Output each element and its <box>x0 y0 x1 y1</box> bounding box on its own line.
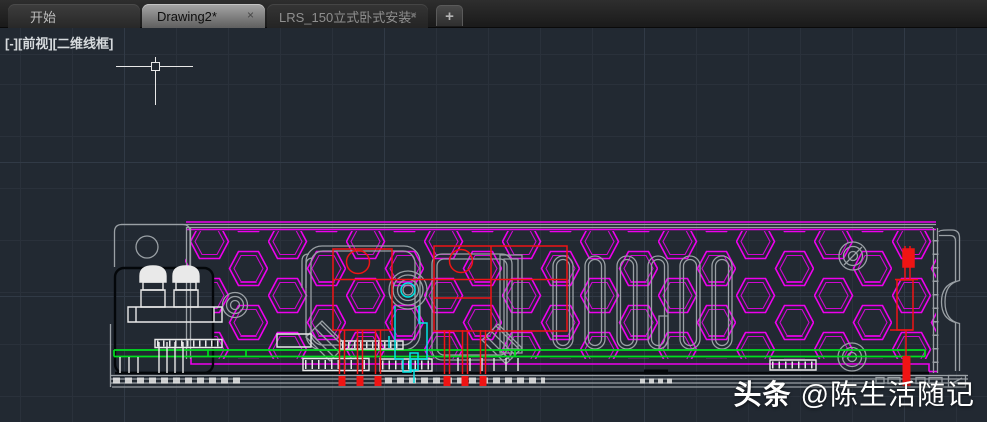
viewport-minimize-control[interactable]: [-] <box>5 36 18 51</box>
mesh-pattern-layer <box>185 231 936 359</box>
new-tab-button[interactable]: + <box>436 5 463 26</box>
plus-icon: + <box>445 7 454 25</box>
watermark-brand: 头条 <box>733 379 792 410</box>
cad-drawing <box>0 28 987 422</box>
tab-drawing2[interactable]: Drawing2* × <box>142 4 265 28</box>
terminal-block <box>128 265 222 322</box>
tab-drawing2-label: Drawing2* <box>157 8 217 24</box>
autocad-window: [-][前视][二维线框] 开始 Drawing2* × LRS_150立式卧式… <box>0 0 987 422</box>
model-space-canvas[interactable] <box>0 28 987 422</box>
tab-lrs150[interactable]: LRS_150立式卧式安装* × <box>267 4 428 28</box>
close-icon[interactable]: × <box>243 8 258 23</box>
close-icon[interactable]: × <box>406 8 421 23</box>
watermark: 头条 @陈生活随记 <box>734 373 975 413</box>
viewport-visual-style-control[interactable]: [二维线框] <box>53 36 114 51</box>
viewport-controls: [-][前视][二维线框] <box>5 33 113 52</box>
tab-lrs150-label: LRS_150立式卧式安装* <box>279 9 417 25</box>
tab-start[interactable]: 开始 <box>8 4 140 28</box>
crosshair-cursor[interactable] <box>116 57 193 105</box>
watermark-handle: @陈生活随记 <box>800 379 975 410</box>
file-tab-bar: 开始 Drawing2* × LRS_150立式卧式安装* × + <box>0 0 987 28</box>
tab-start-label: 开始 <box>30 9 57 25</box>
viewport-view-control[interactable]: [前视] <box>18 36 53 51</box>
